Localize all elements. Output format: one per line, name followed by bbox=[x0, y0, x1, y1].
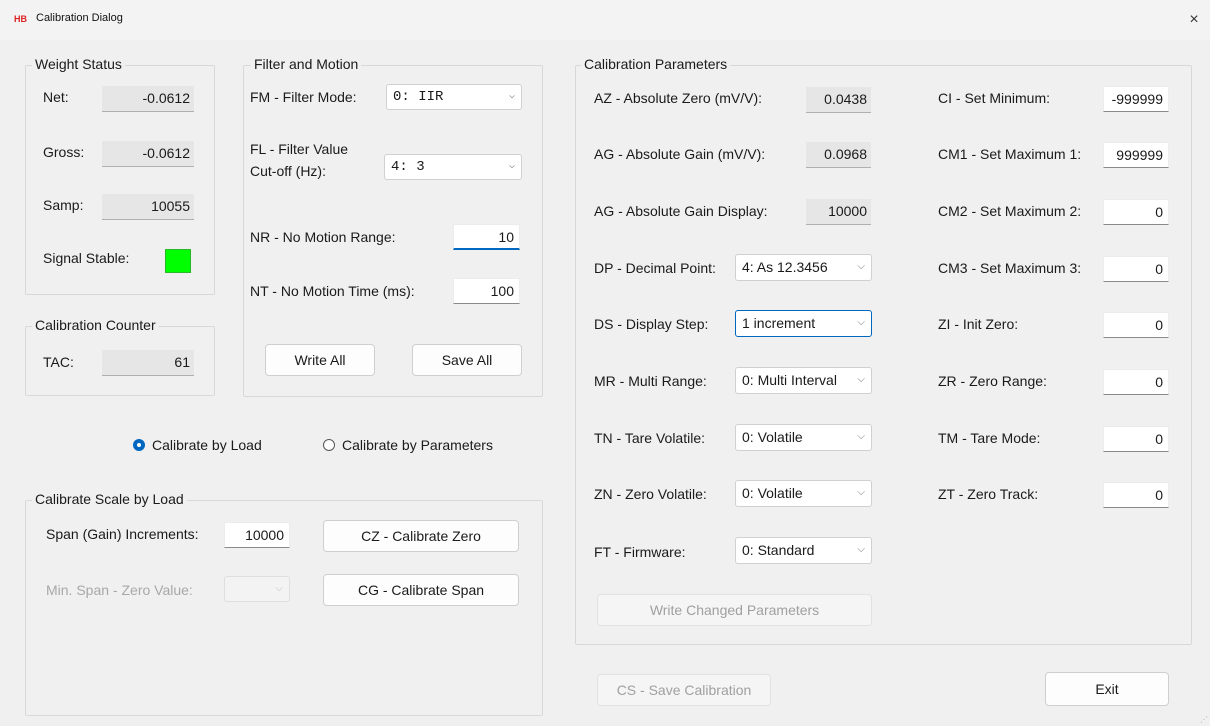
ds-select-value: 1 increment bbox=[742, 315, 816, 331]
write-all-button[interactable]: Write All bbox=[265, 344, 375, 376]
weight-status-legend: Weight Status bbox=[32, 56, 125, 72]
tac-label: TAC: bbox=[43, 354, 74, 370]
ds-select[interactable]: 1 increment ⌵ bbox=[735, 310, 872, 337]
window-title: Calibration Dialog bbox=[36, 12, 123, 24]
agd-label: AG - Absolute Gain Display: bbox=[594, 203, 768, 219]
cm1-input[interactable]: 999999 bbox=[1103, 142, 1169, 168]
calibrate-by-params-label[interactable]: Calibrate by Parameters bbox=[342, 437, 493, 453]
chevron-down-icon: ⌵ bbox=[857, 544, 865, 555]
ft-select-value: 0: Standard bbox=[742, 542, 815, 558]
filter-motion-legend: Filter and Motion bbox=[251, 56, 362, 72]
save-all-button[interactable]: Save All bbox=[412, 344, 522, 376]
ci-input[interactable]: -999999 bbox=[1103, 86, 1169, 112]
zt-label: ZT - Zero Track: bbox=[938, 486, 1039, 502]
zn-select[interactable]: 0: Volatile ⌵ bbox=[735, 480, 872, 507]
ag-value: 0.0968 bbox=[806, 142, 871, 168]
min-span-label: Min. Span - Zero Value: bbox=[46, 582, 193, 598]
exit-button[interactable]: Exit bbox=[1045, 672, 1169, 706]
close-icon[interactable]: × bbox=[1183, 9, 1205, 31]
fl-label-line2: Cut-off (Hz): bbox=[250, 163, 326, 179]
cm3-input[interactable]: 0 bbox=[1103, 256, 1169, 282]
calibrate-load-legend: Calibrate Scale by Load bbox=[32, 491, 187, 507]
dp-select[interactable]: 4: As 12.3456 ⌵ bbox=[735, 254, 872, 281]
calibration-parameters-legend: Calibration Parameters bbox=[581, 56, 731, 72]
span-increments-input[interactable]: 10000 bbox=[224, 522, 290, 548]
chevron-down-icon: ⌵ bbox=[857, 374, 865, 385]
nr-label: NR - No Motion Range: bbox=[250, 229, 396, 245]
calibrate-span-button[interactable]: CG - Calibrate Span bbox=[323, 574, 519, 606]
gross-value: -0.0612 bbox=[102, 141, 194, 167]
ft-label: FT - Firmware: bbox=[594, 544, 686, 560]
resize-grip-icon[interactable]: ⋰ bbox=[1200, 715, 1208, 724]
cm2-label: CM2 - Set Maximum 2: bbox=[938, 203, 1082, 219]
chevron-down-icon: ⌵ bbox=[508, 161, 515, 172]
dp-label: DP - Decimal Point: bbox=[594, 260, 716, 276]
tm-label: TM - Tare Mode: bbox=[938, 430, 1041, 446]
chevron-down-icon: ⌵ bbox=[857, 261, 865, 272]
tm-input[interactable]: 0 bbox=[1103, 426, 1169, 452]
span-increments-label: Span (Gain) Increments: bbox=[46, 526, 199, 542]
az-label: AZ - Absolute Zero (mV/V): bbox=[594, 90, 763, 106]
save-calibration-button[interactable]: CS - Save Calibration bbox=[597, 674, 771, 706]
calibration-counter-legend: Calibration Counter bbox=[32, 317, 159, 333]
zr-label: ZR - Zero Range: bbox=[938, 373, 1047, 389]
agd-value: 10000 bbox=[806, 199, 871, 225]
fm-select[interactable]: 0: IIR ⌵ bbox=[386, 84, 522, 110]
net-value: -0.0612 bbox=[102, 86, 194, 112]
zi-label: ZI - Init Zero: bbox=[938, 316, 1019, 332]
gross-label: Gross: bbox=[43, 144, 85, 160]
tn-select-value: 0: Volatile bbox=[742, 429, 803, 445]
calibrate-zero-button[interactable]: CZ - Calibrate Zero bbox=[323, 520, 519, 552]
nr-input[interactable]: 10 bbox=[453, 224, 520, 250]
samp-label: Samp: bbox=[43, 197, 84, 213]
dp-select-value: 4: As 12.3456 bbox=[742, 259, 828, 275]
signal-stable-indicator bbox=[165, 249, 191, 273]
chevron-down-icon: ⌵ bbox=[275, 583, 283, 594]
tn-select[interactable]: 0: Volatile ⌵ bbox=[735, 424, 872, 451]
mr-select[interactable]: 0: Multi Interval ⌵ bbox=[735, 367, 872, 394]
fm-label: FM - Filter Mode: bbox=[250, 89, 357, 105]
nt-label: NT - No Motion Time (ms): bbox=[250, 283, 415, 299]
fm-select-value: 0: IIR bbox=[393, 89, 444, 105]
app-logo-icon: HB bbox=[14, 14, 27, 24]
cm1-label: CM1 - Set Maximum 1: bbox=[938, 146, 1082, 162]
mr-label: MR - Multi Range: bbox=[594, 373, 707, 389]
tac-value: 61 bbox=[102, 350, 194, 376]
min-span-select[interactable]: ⌵ bbox=[224, 576, 290, 602]
zt-input[interactable]: 0 bbox=[1103, 482, 1169, 508]
ci-label: CI - Set Minimum: bbox=[938, 90, 1051, 106]
samp-value: 10055 bbox=[102, 194, 194, 220]
calibrate-by-load-radio[interactable] bbox=[133, 439, 145, 451]
zn-select-value: 0: Volatile bbox=[742, 485, 803, 501]
ag-label: AG - Absolute Gain (mV/V): bbox=[594, 146, 766, 162]
mr-select-value: 0: Multi Interval bbox=[742, 372, 837, 388]
zn-label: ZN - Zero Volatile: bbox=[594, 486, 707, 502]
calibrate-by-params-radio[interactable] bbox=[323, 439, 335, 451]
chevron-down-icon: ⌵ bbox=[857, 317, 865, 328]
signal-stable-label: Signal Stable: bbox=[43, 250, 130, 266]
az-value: 0.0438 bbox=[806, 87, 871, 113]
write-changed-parameters-button[interactable]: Write Changed Parameters bbox=[597, 594, 872, 626]
fl-select-value: 4: 3 bbox=[391, 159, 425, 175]
calibrate-by-load-label[interactable]: Calibrate by Load bbox=[152, 437, 262, 453]
fl-label-line1: FL - Filter Value bbox=[250, 141, 349, 157]
tn-label: TN - Tare Volatile: bbox=[594, 430, 706, 446]
chevron-down-icon: ⌵ bbox=[508, 91, 515, 102]
ds-label: DS - Display Step: bbox=[594, 316, 709, 332]
cm3-label: CM3 - Set Maximum 3: bbox=[938, 260, 1082, 276]
zi-input[interactable]: 0 bbox=[1103, 312, 1169, 338]
ft-select[interactable]: 0: Standard ⌵ bbox=[735, 537, 872, 564]
title-bar bbox=[0, 0, 1210, 40]
cm2-input[interactable]: 0 bbox=[1103, 199, 1169, 225]
chevron-down-icon: ⌵ bbox=[857, 431, 865, 442]
zr-input[interactable]: 0 bbox=[1103, 369, 1169, 395]
nt-input[interactable]: 100 bbox=[453, 278, 520, 304]
chevron-down-icon: ⌵ bbox=[857, 487, 865, 498]
net-label: Net: bbox=[43, 89, 69, 105]
fl-select[interactable]: 4: 3 ⌵ bbox=[384, 154, 522, 180]
